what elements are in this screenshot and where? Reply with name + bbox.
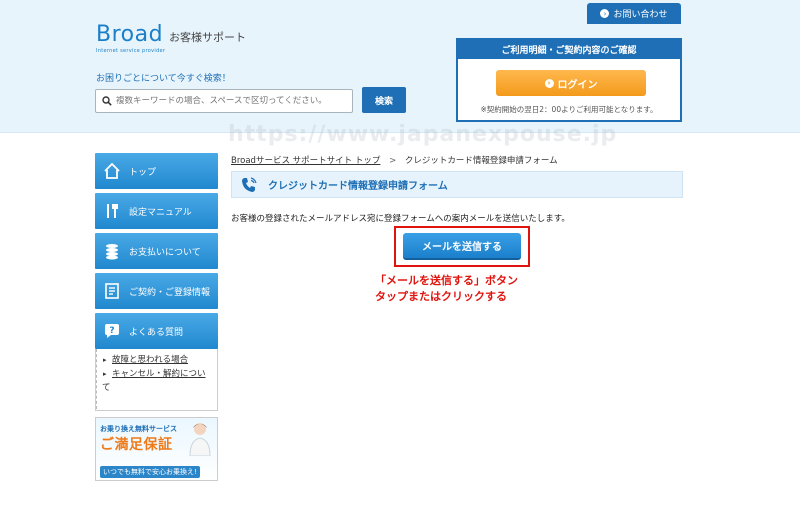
svg-text:?: ? [109,326,114,336]
annotation-line-2: タップまたはクリックする [375,290,507,303]
arrow-right-icon: › [600,9,610,18]
phone-icon [242,176,257,192]
breadcrumb: Broadサービス サポートサイト トップ > クレジットカード情報登録申請フォ… [231,154,558,166]
sidebar-item-label: ご契約・ご登録情報 [129,287,211,298]
sidebar-nav: トップ 設定マニュアル お支払いについて ご契約・ご登録情報 ? よくある質問 … [95,153,218,411]
site-logo[interactable]: Broad お客様サポート [96,22,246,47]
sidebar-item-label: トップ [129,167,157,178]
sidebar-item-payment[interactable]: お支払いについて [95,233,218,269]
banner-top-text: お乗り換え無料サービス [100,425,177,433]
instruction-annotation: 「メールを送信する」ボタン タップまたはクリックする [375,273,518,305]
sidebar-item-faq[interactable]: ? よくある質問 [95,313,218,349]
breadcrumb-home[interactable]: Broadサービス サポートサイト トップ [231,156,380,166]
search-lead-text: お困りごとについて今すぐ検索！ [96,74,231,84]
faq-sublinks: 故障と思われる場合 キャンセル・解約につい て [95,349,218,411]
page-title: クレジットカード情報登録申請フォーム [268,181,448,192]
annotation-line-1: 「メールを送信する」ボタン [375,274,518,287]
sidebar-item-contract[interactable]: ご契約・ご登録情報 [95,273,218,309]
contact-label: お問い合わせ [613,10,668,20]
watermark: https://www.japanexpouse.jp [228,122,618,147]
send-email-button[interactable]: メールを送信する [403,233,521,260]
home-icon [101,160,123,182]
logo-subtitle: お客様サポート [169,31,247,44]
breadcrumb-current: クレジットカード情報登録申請フォーム [404,156,558,166]
highlight-frame: メールを送信する [394,226,530,267]
sidebar-item-label: よくある質問 [129,327,184,338]
sidebar-item-label: お支払いについて [129,247,201,258]
contact-button[interactable]: › お問い合わせ [587,3,681,24]
breadcrumb-separator: > [389,156,397,166]
account-panel: ご利用明細・ご契約内容のご確認 › ログイン ※契約開始の翌日2：00よりご利用… [456,38,682,122]
document-icon [101,280,123,302]
sublink-cancel-wrap: て [102,383,111,393]
sublink-trouble[interactable]: 故障と思われる場合 [102,353,211,367]
arrow-right-icon: › [544,78,554,88]
tools-icon [101,200,123,222]
coins-icon [101,240,123,262]
sidebar-item-manual[interactable]: 設定マニュアル [95,193,218,229]
search-box[interactable] [95,89,353,113]
sidebar-item-top[interactable]: トップ [95,153,218,189]
question-icon: ? [101,320,123,342]
logo-wordmark: Broad [96,22,164,47]
search-input[interactable] [116,96,346,106]
banner-main-text: ご満足保証 [100,437,173,453]
account-heading: ご利用明細・ご契約内容のご確認 [458,40,680,59]
sidebar-item-label: 設定マニュアル [129,207,192,218]
page-title-bar: クレジットカード情報登録申請フォーム [231,171,683,198]
login-button[interactable]: › ログイン [496,70,646,96]
account-note: ※契約開始の翌日2：00よりご利用可能となります。 [480,105,658,114]
form-description: お客様の登録されたメールアドレス宛に登録フォームへの案内メールを送信いたします。 [231,214,570,224]
search-button[interactable]: 検索 [362,87,406,113]
sublink-cancel[interactable]: キャンセル・解約につい [102,367,211,381]
satisfaction-banner[interactable]: お乗り換え無料サービス ご満足保証 いつでも無料で安心お乗換え! [95,417,218,481]
logo-tagline: Internet service provider [96,48,166,54]
banner-bottom-text: いつでも無料で安心お乗換え! [100,466,200,478]
search-icon [102,96,112,106]
divider [96,349,97,409]
login-label: ログイン [557,79,598,91]
site-header: Broad お客様サポート Internet service provider … [0,0,800,133]
person-illustration [189,423,211,456]
